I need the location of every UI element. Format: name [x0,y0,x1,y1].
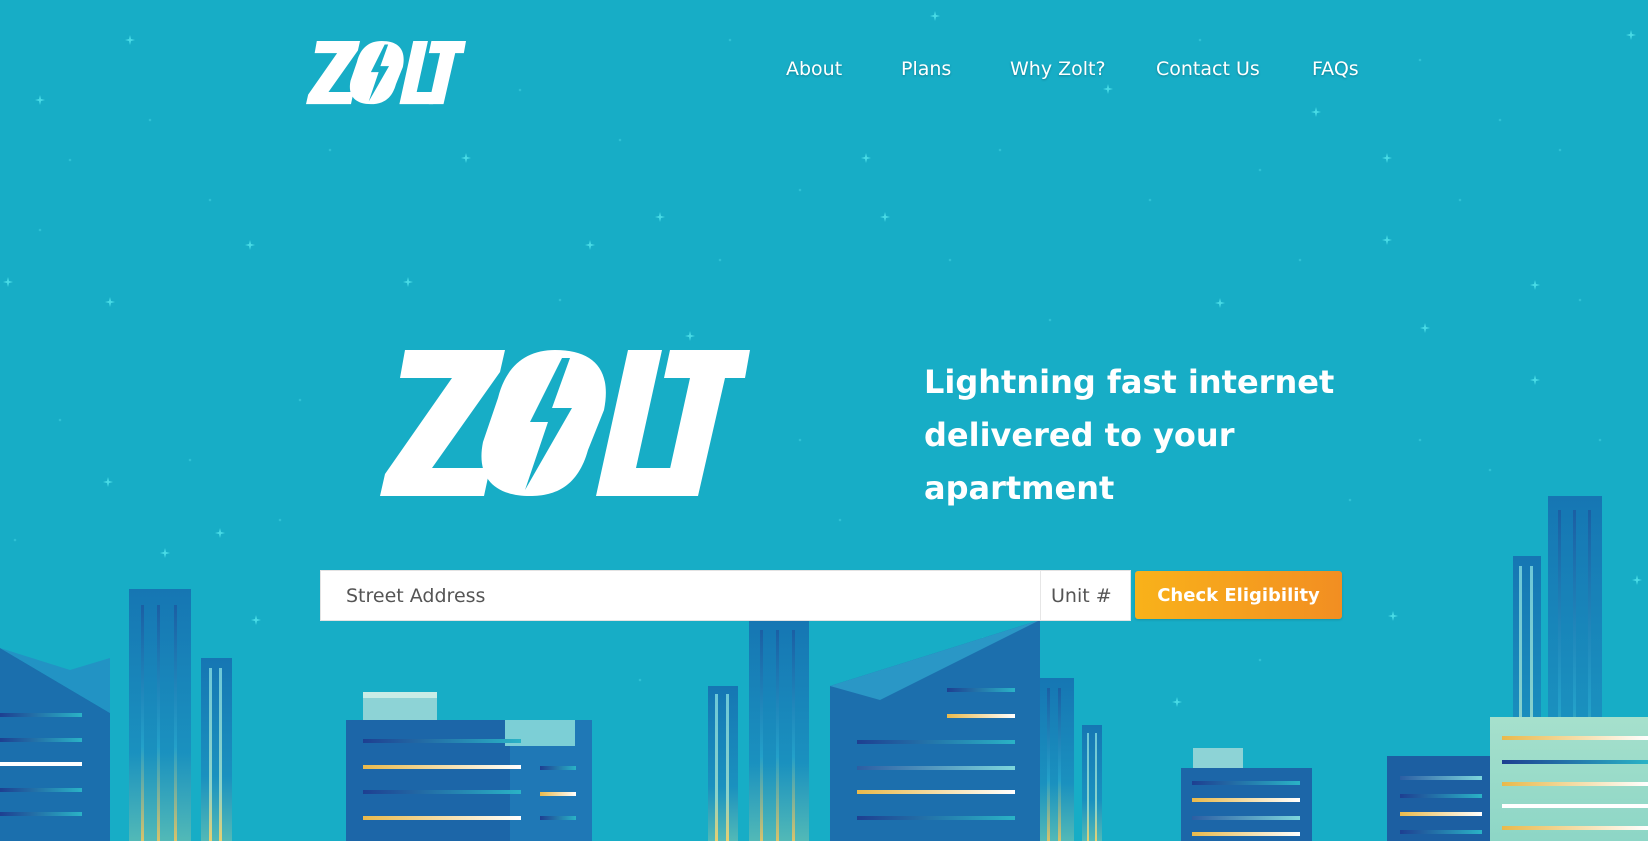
nav-link-contact-us[interactable]: Contact Us [1156,58,1260,80]
nav-link-faqs[interactable]: FAQs [1312,58,1359,80]
hero-tagline: Lightning fast internet delivered to you… [924,363,1335,507]
zolt-hero-logo [380,350,750,496]
landing-page: About Plans Why Zolt? Contact Us FAQs Li… [0,0,1648,841]
city-skyline-illustration [0,496,1648,841]
check-eligibility-button[interactable]: Check Eligibility [1135,571,1342,619]
nav-link-plans[interactable]: Plans [901,58,951,80]
street-address-input[interactable] [320,570,1040,621]
unit-number-input[interactable] [1040,570,1131,621]
nav-link-why-zolt[interactable]: Why Zolt? [1010,58,1106,80]
eligibility-search-form: Check Eligibility [320,570,1342,621]
nav-link-about[interactable]: About [786,58,842,80]
main-nav: About Plans Why Zolt? Contact Us FAQs [0,58,1648,88]
